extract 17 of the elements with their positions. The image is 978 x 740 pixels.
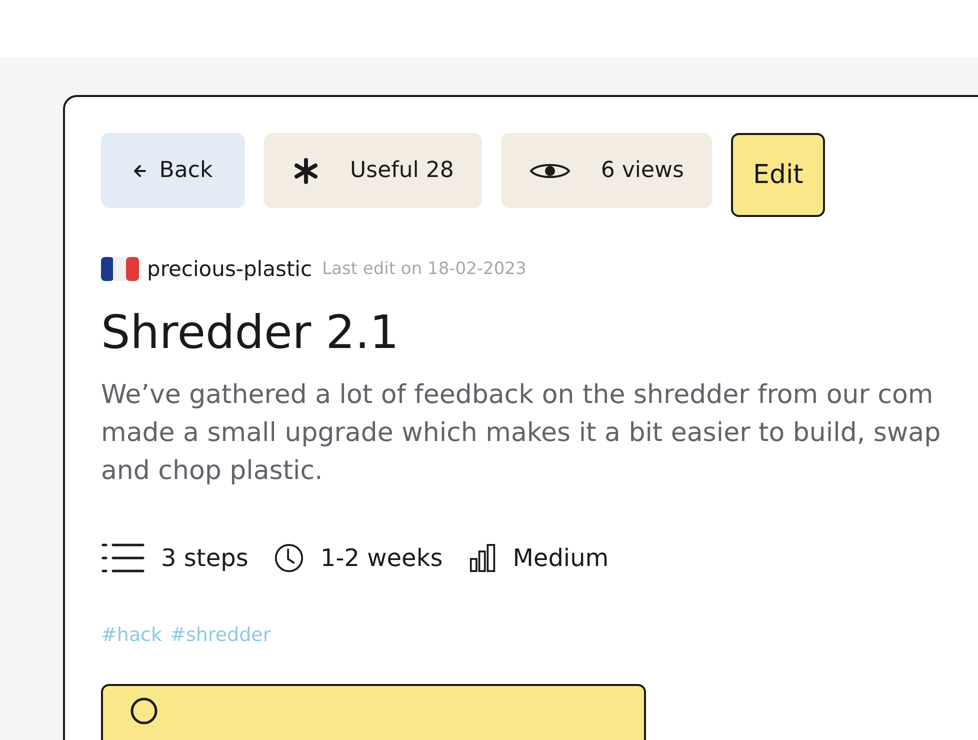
author-name[interactable]: precious-plastic [147,257,312,281]
useful-button[interactable]: Useful 28 [264,133,482,208]
flag-icon [101,257,139,281]
page-title: Shredder 2.1 [101,305,400,360]
description-text: We’ve gathered a lot of feedback on the shredder from our com made a small upgrade which makes it a bit easier to build, swap and chop plastic. [101,379,942,488]
time-label: 1-2 weeks [320,544,443,572]
last-edit-date: Last edit on 18-02-2023 [322,259,526,279]
clock-icon [274,543,304,574]
back-button[interactable]: Back [101,133,245,208]
edit-button[interactable]: Edit [731,133,826,217]
difficulty-label: Medium [512,544,609,572]
list-icon [101,542,145,574]
bar-levels-icon [468,543,497,574]
views-button[interactable]: 6 views [500,133,712,208]
asterisk-icon [292,156,320,184]
steps-label: 3 steps [161,544,248,572]
arrow-left-icon [133,164,148,178]
